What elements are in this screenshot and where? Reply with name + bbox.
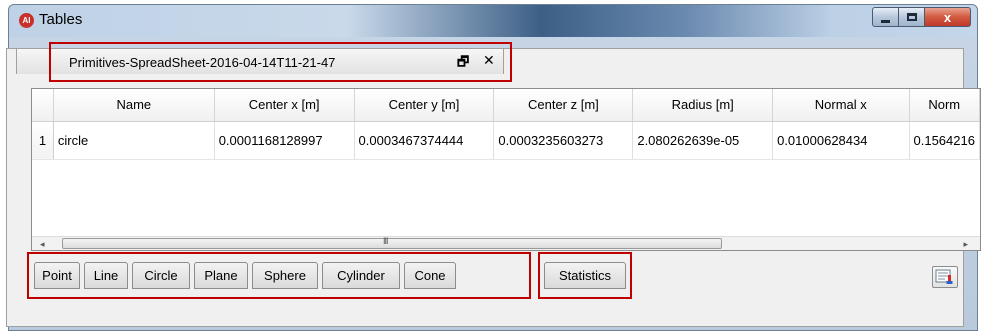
highlight-primitives-box bbox=[27, 252, 531, 299]
column-header-radius[interactable]: Radius [m] bbox=[632, 89, 774, 122]
horizontal-scrollbar[interactable]: ◂ III ▸ bbox=[32, 236, 980, 250]
scroll-right-icon[interactable]: ▸ bbox=[963, 239, 968, 250]
maximize-icon bbox=[906, 13, 917, 21]
window-controls: x bbox=[872, 7, 971, 27]
row-header[interactable]: 1 bbox=[32, 121, 54, 160]
maximize-button[interactable] bbox=[899, 7, 925, 27]
cell-center-x[interactable]: 0.0001168128997 bbox=[214, 121, 355, 160]
table-row[interactable]: 1 circle 0.0001168128997 0.0003467374444… bbox=[32, 121, 980, 160]
close-button[interactable]: x bbox=[925, 7, 971, 27]
column-header-center-x[interactable]: Center x [m] bbox=[214, 89, 355, 122]
export-button[interactable] bbox=[932, 266, 958, 288]
highlight-statistics-box bbox=[538, 252, 632, 299]
close-icon: x bbox=[943, 9, 952, 25]
cell-center-y[interactable]: 0.0003467374444 bbox=[354, 121, 495, 160]
spreadsheet-table[interactable]: Name Center x [m] Center y [m] Center z … bbox=[31, 88, 981, 251]
app-icon: AI bbox=[19, 13, 34, 28]
column-header-center-y[interactable]: Center y [m] bbox=[354, 89, 495, 122]
column-header-normal-x[interactable]: Normal x bbox=[772, 89, 910, 122]
highlight-tab-box bbox=[49, 42, 512, 82]
export-chart-icon bbox=[935, 269, 953, 284]
title-bar[interactable]: AI Tables x bbox=[9, 5, 977, 37]
cell-radius[interactable]: 2.080262639e-05 bbox=[632, 121, 774, 160]
cell-normal-y[interactable]: 0.1564216 bbox=[909, 121, 980, 160]
cell-center-z[interactable]: 0.0003235603273 bbox=[493, 121, 634, 160]
column-header-center-z[interactable]: Center z [m] bbox=[493, 89, 634, 122]
minimize-icon bbox=[881, 19, 890, 23]
cell-normal-x[interactable]: 0.01000628434 bbox=[772, 121, 910, 160]
scroll-thumb[interactable]: III bbox=[62, 236, 722, 249]
minimize-button[interactable] bbox=[872, 7, 899, 27]
data-grid: Name Center x [m] Center y [m] Center z … bbox=[32, 89, 980, 160]
corner-header[interactable] bbox=[32, 89, 54, 122]
grip-icon: III bbox=[383, 236, 388, 246]
column-header-name[interactable]: Name bbox=[53, 89, 215, 122]
scroll-left-icon[interactable]: ◂ bbox=[40, 239, 45, 250]
column-header-normal-y[interactable]: Norm bbox=[909, 89, 980, 122]
cell-name[interactable]: circle bbox=[53, 121, 215, 160]
window-title: Tables bbox=[39, 11, 83, 28]
